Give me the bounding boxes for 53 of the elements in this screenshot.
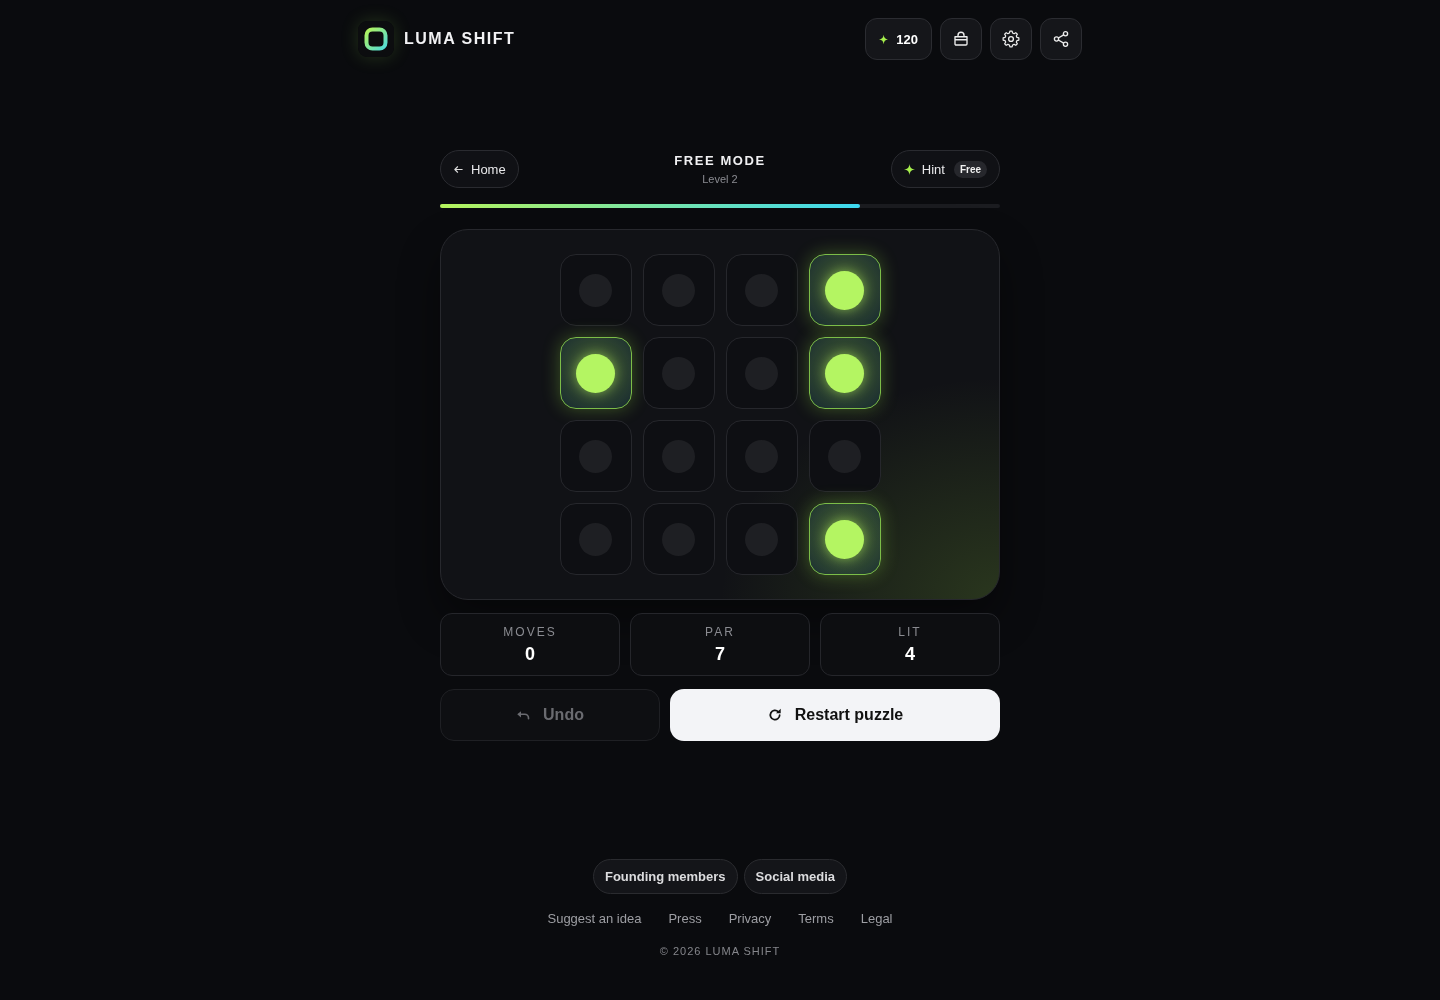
sparkle-icon bbox=[903, 163, 915, 175]
unlit-light-tile[interactable] bbox=[725, 337, 798, 409]
bag-icon bbox=[952, 30, 970, 48]
unlit-light-tile[interactable] bbox=[559, 503, 632, 575]
copyright-text: © 2026 LUMA SHIFT bbox=[659, 945, 781, 957]
unlit-light-tile[interactable] bbox=[642, 337, 715, 409]
restart-icon bbox=[766, 707, 783, 723]
lit-light-tile[interactable] bbox=[559, 337, 632, 409]
footer-link[interactable]: Legal bbox=[860, 911, 893, 926]
lit-light-tile[interactable] bbox=[808, 503, 881, 575]
footer-link[interactable]: Terms bbox=[798, 911, 834, 926]
lit-light-tile[interactable] bbox=[808, 254, 881, 326]
stat-label: MOVES bbox=[503, 624, 557, 639]
share-button[interactable] bbox=[1040, 18, 1082, 60]
glowing-dot-icon bbox=[825, 353, 864, 393]
stat-value: 4 bbox=[905, 643, 915, 665]
unlit-light-tile[interactable] bbox=[642, 254, 715, 326]
level-label: Level 2 bbox=[702, 173, 738, 185]
unlit-light-tile[interactable] bbox=[725, 503, 798, 575]
footer-pill-button[interactable]: Founding members bbox=[592, 859, 738, 894]
settings-button[interactable] bbox=[990, 18, 1032, 60]
brand-name: LUMA SHIFT bbox=[404, 30, 516, 48]
share-icon bbox=[1052, 30, 1070, 48]
hint-button[interactable]: Hint Free bbox=[890, 150, 1000, 188]
unlit-light-tile[interactable] bbox=[559, 254, 632, 326]
stat-value: 0 bbox=[525, 643, 535, 665]
glowing-dot-icon bbox=[825, 519, 864, 559]
footer-link[interactable]: Suggest an idea bbox=[547, 911, 642, 926]
logo-icon bbox=[358, 21, 394, 57]
free-badge: Free bbox=[953, 160, 987, 178]
unlit-light-tile[interactable] bbox=[642, 503, 715, 575]
arrow-left-icon bbox=[453, 163, 464, 175]
footer-link[interactable]: Press bbox=[668, 911, 702, 926]
home-button[interactable]: Home bbox=[440, 150, 519, 188]
settings-icon bbox=[1002, 30, 1020, 48]
stat-value: 7 bbox=[715, 643, 725, 665]
lit-light-tile[interactable] bbox=[808, 337, 881, 409]
unlit-light-tile[interactable] bbox=[725, 254, 798, 326]
stat-label: LIT bbox=[898, 624, 922, 639]
restart-button[interactable]: Restart puzzle bbox=[670, 689, 1000, 741]
unlit-light-tile[interactable] bbox=[725, 420, 798, 492]
stat-label: PAR bbox=[705, 624, 735, 639]
glowing-dot-icon bbox=[576, 353, 615, 393]
unlit-light-tile[interactable] bbox=[642, 420, 715, 492]
footer-link[interactable]: Privacy bbox=[728, 911, 772, 926]
mode-title: FREE MODE bbox=[674, 153, 766, 168]
shop-button[interactable] bbox=[940, 18, 982, 60]
sparkle-icon bbox=[879, 33, 889, 45]
glowing-dot-icon bbox=[825, 270, 864, 310]
coins-button[interactable]: 120 bbox=[865, 18, 932, 60]
footer-pill-button[interactable]: Social media bbox=[743, 859, 848, 894]
unlit-light-tile[interactable] bbox=[808, 420, 881, 492]
unlit-light-tile[interactable] bbox=[559, 420, 632, 492]
